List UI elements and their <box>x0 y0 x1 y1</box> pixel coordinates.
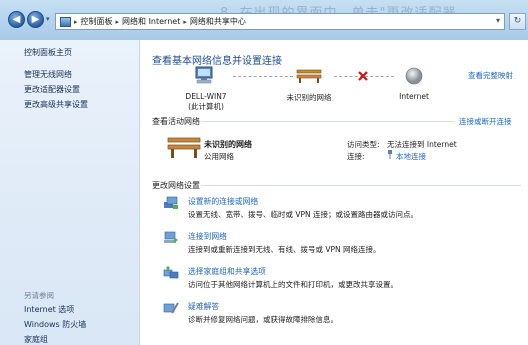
task-homegroup-sharing-desc: 访问位于其他网络计算机上的文件和打印机，或更改共享设置。 <box>188 280 398 289</box>
title-bar: 8. 在出现的界面中，单击"更改适配器 ◀ ▶ ▾ ▸ 控制面板 ▸ 网络和 I… <box>0 0 528 40</box>
address-bar[interactable]: ▸ 控制面板 ▸ 网络和 Internet ▸ 网络和共享中心 ▾ <box>55 13 505 30</box>
troubleshoot-icon <box>163 302 179 314</box>
map-node-computer: DELL-WIN7 (此计算机) <box>181 92 231 112</box>
no-connection-x-icon <box>358 71 368 81</box>
main-content: 查看基本网络信息并设置连接 查看完整映射 DELL-WIN7 (此计算机) 未识… <box>141 40 528 345</box>
connect-network-icon <box>164 231 178 243</box>
computer-icon <box>195 66 213 84</box>
sidebar-item-windows-firewall[interactable]: Windows 防火墙 <box>24 319 86 330</box>
view-full-map-link[interactable]: 查看完整映射 <box>468 70 513 81</box>
map-node-internet-label: Internet <box>399 92 429 101</box>
task-connect-to-network-desc: 连接到或重新连接到无线、有线、拨号或 VPN 网络连接。 <box>188 245 381 254</box>
bench-network-large-icon <box>167 137 201 158</box>
see-also-heading: 另请参阅 <box>24 291 54 300</box>
sidebar-item-internet-options[interactable]: Internet 选项 <box>24 304 74 315</box>
local-connection-link[interactable]: 本地连接 <box>396 151 426 162</box>
section-divider <box>201 185 521 186</box>
breadcrumb-network-internet[interactable]: 网络和 Internet <box>122 16 180 27</box>
task-setup-new-connection-desc: 设置无线、宽带、拨号、临时或 VPN 连接；或设置路由器或访问点。 <box>188 210 419 219</box>
network-type-link[interactable]: 公用网络 <box>204 151 234 162</box>
address-dropdown-icon[interactable]: ▾ <box>496 16 500 25</box>
map-connector-line <box>233 76 293 77</box>
sidebar-item-control-panel-home[interactable]: 控制面板主页 <box>24 47 72 58</box>
map-node-unidentified-label: 未识别的网络 <box>286 93 332 102</box>
page-title: 查看基本网络信息并设置连接 <box>152 56 282 67</box>
access-type-value: 无法连接到 Internet <box>387 140 457 149</box>
access-type-label: 访问类型: <box>347 140 380 149</box>
back-button[interactable]: ◀ <box>8 11 25 28</box>
breadcrumb-control-panel[interactable]: 控制面板 <box>81 16 113 27</box>
task-setup-new-connection-link[interactable]: 设置新的连接或网络 <box>188 196 258 207</box>
control-panel-icon <box>60 16 71 27</box>
refresh-button[interactable]: ↻ <box>509 13 526 30</box>
task-troubleshoot-desc: 诊断并修复网络问题，或获得故障排除信息。 <box>188 315 338 324</box>
recent-pages-dropdown-icon[interactable]: ▾ <box>46 15 50 23</box>
map-node-unidentified: 未识别的网络 <box>281 92 337 103</box>
breadcrumb-network-sharing-center[interactable]: 网络和共享中心 <box>190 16 246 27</box>
sidebar-item-change-adapter[interactable]: 更改适配器设置 <box>24 84 80 95</box>
breadcrumb-separator[interactable]: ▸ <box>116 18 120 26</box>
task-connect-to-network-link[interactable]: 连接到网络 <box>188 231 227 242</box>
map-node-internet: Internet <box>391 92 437 101</box>
change-settings-label: 更改网络设置 <box>152 181 200 190</box>
task-homegroup-sharing-link[interactable]: 选择家庭组和共享选项 <box>188 266 266 277</box>
connect-disconnect-link[interactable]: 连接或断开连接 <box>459 116 512 127</box>
active-networks-label: 查看活动网络 <box>152 117 200 126</box>
connections-label: 连接: <box>347 152 365 161</box>
wired-connection-icon <box>388 150 392 159</box>
task-troubleshoot-link[interactable]: 疑难解答 <box>188 301 219 312</box>
sidebar-item-manage-wireless[interactable]: 管理无线网络 <box>24 69 72 80</box>
globe-icon <box>405 67 423 85</box>
bench-network-icon <box>296 69 322 83</box>
breadcrumb-separator[interactable]: ▸ <box>183 18 187 26</box>
forward-arrow-icon: ▶ <box>31 14 40 25</box>
homegroup-sharing-icon <box>163 266 179 279</box>
network-name: 未识别的网络 <box>204 140 252 149</box>
breadcrumb-separator[interactable]: ▸ <box>74 18 78 26</box>
forward-button[interactable]: ▶ <box>27 11 44 28</box>
map-node-computer-sublabel: (此计算机) <box>188 102 224 111</box>
sidebar-item-homegroup[interactable]: 家庭组 <box>24 334 48 345</box>
sidebar-item-advanced-sharing[interactable]: 更改高级共享设置 <box>24 99 88 110</box>
new-connection-icon <box>164 196 178 209</box>
map-node-computer-label: DELL-WIN7 <box>185 92 227 101</box>
sidebar: 控制面板主页 管理无线网络 更改适配器设置 更改高级共享设置 另请参阅 Inte… <box>0 40 140 345</box>
back-arrow-icon: ◀ <box>12 14 21 25</box>
section-divider <box>201 121 455 122</box>
